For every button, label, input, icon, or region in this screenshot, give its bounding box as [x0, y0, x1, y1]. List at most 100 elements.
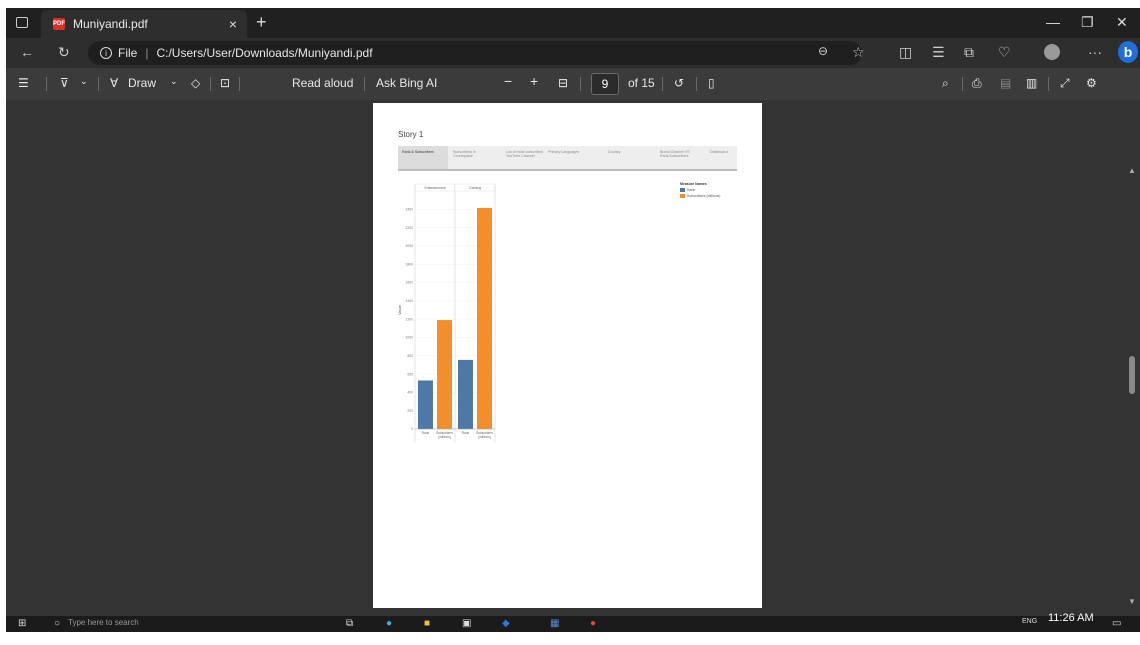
highlight-icon[interactable]: ⊽: [60, 76, 69, 90]
favorites-icon[interactable]: ☰: [932, 44, 945, 61]
restore-icon[interactable]: ❐: [1081, 14, 1094, 31]
text-box-icon[interactable]: ⊡: [220, 76, 230, 90]
windows-start-icon[interactable]: ⊞: [18, 618, 26, 629]
y-tick-label: 2000: [405, 244, 413, 248]
fit-page-icon[interactable]: ⊟: [558, 76, 568, 90]
search-icon[interactable]: ○: [54, 618, 60, 629]
page-number-input[interactable]: 9: [591, 73, 619, 95]
language-indicator[interactable]: ENG: [1022, 618, 1037, 625]
pdf-viewer[interactable]: Story 1 Rank & Subscribers Subscribers i…: [6, 100, 1140, 632]
close-window-icon[interactable]: ✕: [1116, 14, 1128, 31]
save-as-icon[interactable]: ▥: [1026, 76, 1037, 90]
divider: [580, 77, 581, 91]
story-point-languages[interactable]: Primary Languages: [548, 150, 590, 154]
divider: [46, 77, 47, 91]
bar-chart: 0 200 400 600 800 1000 1200 1400 1600 1800 2000 220…: [393, 175, 738, 465]
x-tick-label: (millions): [478, 435, 491, 439]
health-icon[interactable]: ♡: [998, 44, 1011, 61]
y-tick-label: 2200: [405, 226, 413, 230]
folder-icon[interactable]: ■: [424, 618, 430, 629]
panel-label: Entertainment: [424, 186, 445, 190]
clock[interactable]: 11:26 AM: [1048, 612, 1094, 624]
read-aloud-button[interactable]: Read aloud: [292, 76, 353, 90]
chevron-down-icon[interactable]: ⌄: [80, 76, 88, 87]
page-total: of 15: [628, 76, 655, 90]
save-icon[interactable]: ▤: [1000, 76, 1011, 90]
tab-actions-icon[interactable]: [16, 17, 28, 28]
page-view-icon[interactable]: ▯: [708, 76, 715, 90]
eraser-icon[interactable]: ◇: [191, 76, 200, 90]
y-tick-label: 2400: [405, 208, 413, 212]
chevron-down-icon[interactable]: ⌄: [170, 76, 178, 87]
url-text: C:/Users/User/Downloads/Muniyandi.pdf: [156, 46, 373, 60]
print-icon[interactable]: ⎙: [972, 76, 982, 91]
legend-item-rank: Rank: [680, 188, 695, 192]
url-field[interactable]: i File | C:/Users/User/Downloads/Muniyan…: [88, 41, 862, 65]
scrollbar-thumb[interactable]: [1129, 356, 1135, 394]
divider: [1048, 77, 1049, 91]
edge-icon[interactable]: ●: [386, 618, 392, 629]
zoom-out-button[interactable]: −: [504, 73, 512, 89]
ask-bing-button[interactable]: Ask Bing AI: [376, 76, 437, 90]
story-point-dashboard[interactable]: Dashboard: [710, 150, 736, 154]
story-navigator: Rank & Subscribers Subscribers in Countr…: [398, 146, 737, 171]
tab-muniyandi-pdf[interactable]: PDF Muniyandi.pdf ×: [41, 10, 247, 38]
app-icon[interactable]: ▦: [550, 618, 559, 629]
y-tick-label: 1000: [405, 336, 413, 340]
collections-icon[interactable]: ⧉: [964, 44, 974, 61]
search-icon[interactable]: ⌕: [942, 76, 949, 91]
rotate-icon[interactable]: ↺: [674, 76, 684, 90]
fullscreen-icon[interactable]: ⤢: [1060, 76, 1070, 91]
y-tick-label: 1400: [405, 299, 413, 303]
tab-title: Muniyandi.pdf: [73, 17, 148, 31]
close-tab-icon[interactable]: ×: [229, 16, 237, 32]
story-point-brand-channel[interactable]: Brand Channel VS Rank,Subscribers: [660, 150, 700, 159]
taskbar: ⊞ ○ Type here to search ⧉ ● ■ ▣ ◆ ▦ ● EN…: [6, 616, 1140, 632]
task-view-icon[interactable]: ⧉: [346, 618, 353, 629]
split-screen-icon[interactable]: ◫: [899, 44, 912, 61]
zoom-in-button[interactable]: +: [530, 73, 538, 89]
favorite-star-icon[interactable]: ☆: [852, 44, 865, 61]
y-tick-label: 800: [407, 354, 413, 358]
story-point-country[interactable]: Country: [608, 150, 638, 154]
store-icon[interactable]: ▣: [462, 618, 471, 629]
avatar[interactable]: [1044, 44, 1060, 60]
legend-label: Rank: [687, 188, 696, 192]
refresh-icon[interactable]: ↻: [58, 44, 70, 61]
y-tick-label: 400: [407, 391, 413, 395]
story-point-countrywise[interactable]: Subscribers in Countrywise: [453, 150, 487, 159]
story-point-rank-subscribers[interactable]: Rank & Subscribers: [402, 150, 446, 154]
legend-swatch: [680, 188, 685, 192]
contents-icon[interactable]: ☰: [18, 76, 29, 90]
legend-label: Subscribers (millions): [687, 194, 721, 198]
info-icon[interactable]: i: [100, 47, 112, 59]
bar-subscribers: [437, 320, 452, 429]
url-separator: |: [145, 46, 149, 60]
back-icon[interactable]: ←: [20, 44, 34, 60]
legend-item-subscribers: Subscribers (millions): [680, 194, 720, 198]
y-tick-label: 0: [411, 427, 413, 431]
chrome-icon[interactable]: ●: [590, 618, 596, 629]
draw-button[interactable]: Draw: [128, 76, 156, 90]
scroll-down-icon[interactable]: ▼: [1128, 597, 1136, 606]
y-tick-label: 600: [407, 372, 413, 376]
scroll-up-icon[interactable]: ▲: [1128, 166, 1136, 175]
title-bar: PDF Muniyandi.pdf × + — ❐ ✕: [6, 8, 1140, 38]
divider: [364, 77, 365, 91]
divider: [962, 77, 963, 91]
draw-icon[interactable]: ∀: [110, 76, 118, 90]
app-icon[interactable]: ◆: [502, 618, 510, 629]
taskbar-search-input[interactable]: Type here to search: [68, 618, 139, 627]
legend-title: Measure Names: [680, 182, 707, 186]
settings-gear-icon[interactable]: ⚙: [1086, 76, 1097, 90]
zoom-icon[interactable]: ⊖: [818, 44, 828, 58]
story-point-most-subscribed[interactable]: List of most subscribed YouTube Channel: [506, 150, 546, 159]
new-tab-button[interactable]: +: [256, 12, 267, 33]
pdf-icon: PDF: [53, 18, 65, 30]
more-icon[interactable]: ···: [1088, 44, 1102, 60]
bing-icon[interactable]: b: [1118, 41, 1138, 63]
x-tick-label: Rank: [462, 431, 470, 435]
y-tick-label: 1800: [405, 262, 413, 266]
minimize-icon[interactable]: —: [1046, 14, 1060, 30]
notification-icon[interactable]: ▭: [1112, 618, 1121, 629]
